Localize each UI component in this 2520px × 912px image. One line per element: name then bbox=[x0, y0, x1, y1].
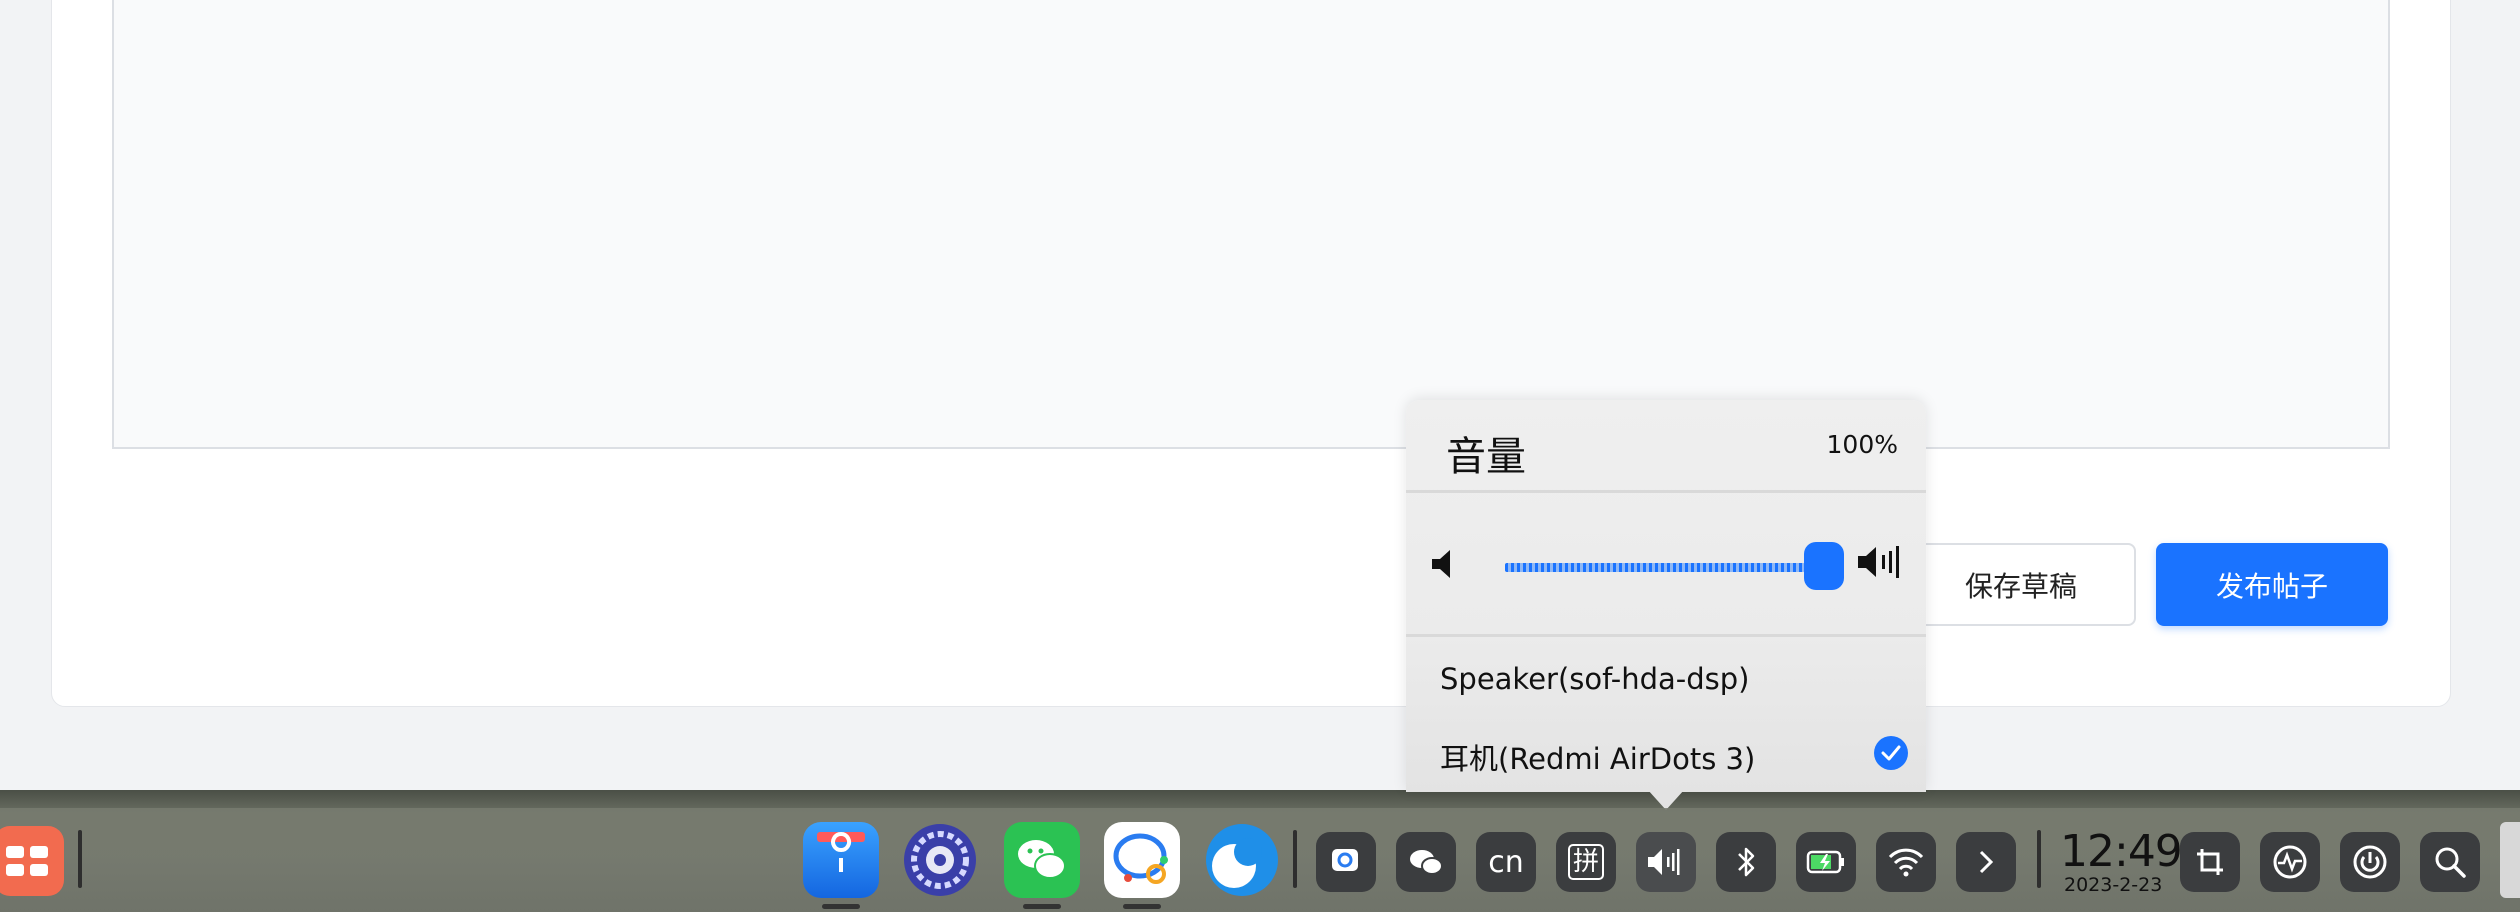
system-monitor-icon[interactable] bbox=[2260, 832, 2320, 892]
chevron-right-icon[interactable] bbox=[1956, 832, 2016, 892]
file-manager-icon[interactable] bbox=[803, 822, 879, 898]
chat-app-icon[interactable] bbox=[1104, 822, 1180, 898]
battery-charging-icon[interactable] bbox=[1796, 832, 1856, 892]
wechat-tray-icon[interactable] bbox=[1396, 832, 1456, 892]
volume-percent: 100% bbox=[1826, 430, 1898, 459]
screenshot-chat-icon[interactable] bbox=[1316, 832, 1376, 892]
divider bbox=[1406, 490, 1926, 493]
output-device-airdots[interactable]: 耳机(Redmi AirDots 3) bbox=[1440, 736, 1755, 778]
launcher-icon[interactable] bbox=[0, 826, 64, 896]
volume-slider-thumb[interactable] bbox=[1804, 542, 1844, 590]
volume-popup: 音量 100% Speaker(sof-hda-dsp) 耳机(Redmi Ai… bbox=[1406, 400, 1926, 792]
running-indicator bbox=[1023, 904, 1061, 909]
search-icon[interactable] bbox=[2420, 832, 2480, 892]
save-draft-button[interactable]: 保存草稿 bbox=[1906, 543, 2136, 626]
browser-icon[interactable] bbox=[1204, 822, 1280, 898]
dock-separator bbox=[78, 830, 82, 888]
wechat-icon[interactable] bbox=[1004, 822, 1080, 898]
volume-slider-track[interactable] bbox=[1505, 563, 1805, 572]
post-content-editor[interactable] bbox=[112, 0, 2390, 449]
running-indicator bbox=[822, 904, 860, 909]
running-indicator bbox=[1123, 904, 1161, 909]
volume-tray-icon[interactable] bbox=[1636, 832, 1696, 892]
volume-title: 音量 bbox=[1446, 434, 1526, 480]
wifi-icon[interactable] bbox=[1876, 832, 1936, 892]
volume-mute-icon[interactable] bbox=[1430, 548, 1458, 584]
input-method-pinyin[interactable]: 拼 bbox=[1556, 832, 1616, 892]
power-icon[interactable] bbox=[2340, 832, 2400, 892]
dock-separator bbox=[2037, 830, 2041, 888]
popup-pointer bbox=[1648, 790, 1684, 810]
input-method-cn[interactable]: cn bbox=[1476, 832, 1536, 892]
trash-icon[interactable] bbox=[2500, 822, 2520, 898]
volume-max-icon[interactable] bbox=[1856, 542, 1906, 586]
crop-icon[interactable] bbox=[2180, 832, 2240, 892]
dock-separator bbox=[1293, 830, 1297, 888]
bluetooth-icon[interactable] bbox=[1716, 832, 1776, 892]
system-settings-icon[interactable] bbox=[902, 822, 978, 898]
divider bbox=[1406, 634, 1926, 637]
clock-date: 2023-2-23 bbox=[2064, 874, 2163, 896]
output-device-speaker[interactable]: Speaker(sof-hda-dsp) bbox=[1440, 662, 1749, 696]
pinyin-label: 拼 bbox=[1567, 844, 1604, 880]
clock-time[interactable]: 12:49 bbox=[2060, 826, 2183, 877]
selected-check-icon bbox=[1874, 736, 1908, 770]
publish-post-button[interactable]: 发布帖子 bbox=[2156, 543, 2388, 626]
